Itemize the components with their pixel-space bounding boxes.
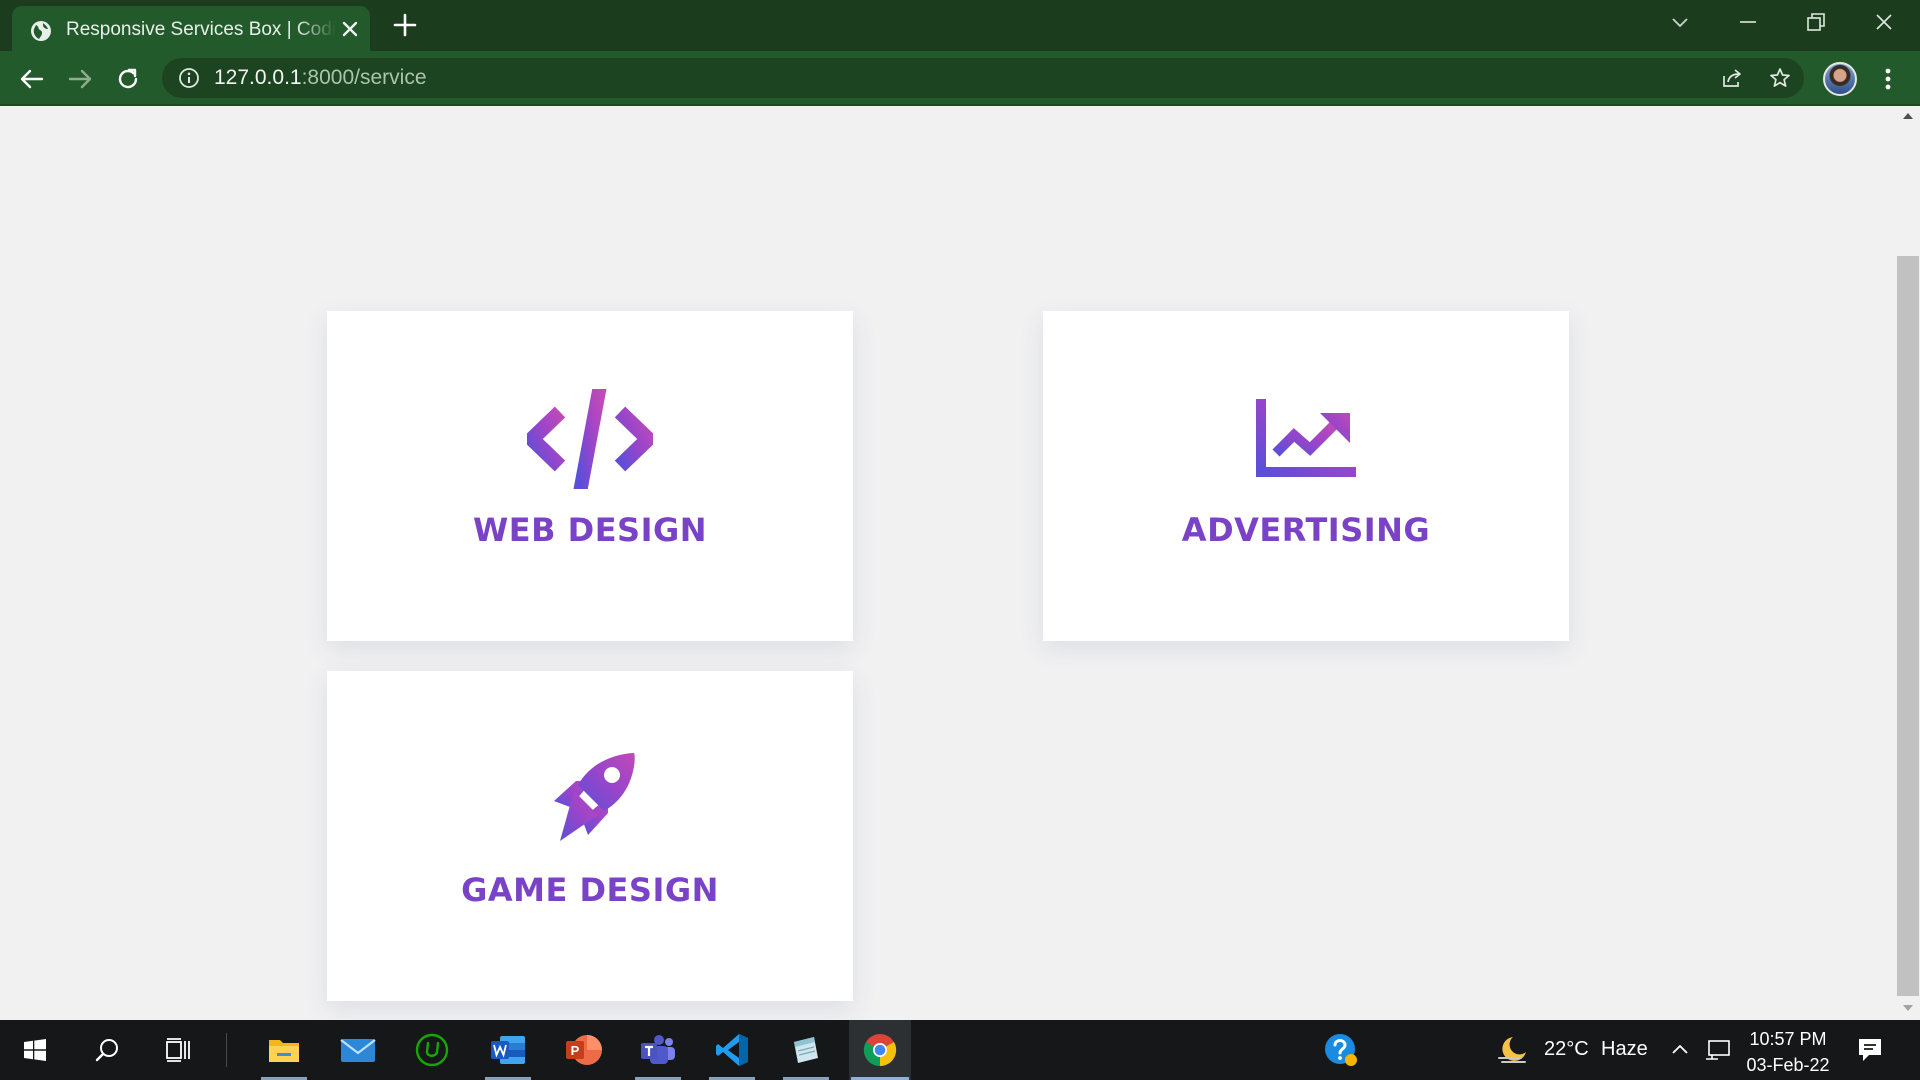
taskbar-app-chrome[interactable]: [849, 1020, 911, 1080]
word-icon: [491, 1036, 525, 1064]
service-card-advertising[interactable]: ADVERTISING: [1043, 311, 1569, 641]
task-view-button[interactable]: [148, 1020, 210, 1080]
browser-tab-strip: Responsive Services Box | Coding: [0, 0, 1920, 51]
start-button[interactable]: [4, 1020, 66, 1080]
rocket-icon: [554, 753, 635, 841]
chart-line-icon: [1256, 399, 1356, 477]
scroll-down-arrow-icon[interactable]: [1903, 1005, 1913, 1011]
browser-tab[interactable]: Responsive Services Box | Coding: [12, 6, 370, 51]
weather-moon-icon: [1498, 1037, 1526, 1063]
address-bar[interactable]: 127.0.0.1:8000/service: [162, 58, 1804, 98]
back-icon[interactable]: [18, 65, 46, 93]
code-icon: [527, 389, 653, 489]
minimize-icon[interactable]: [1736, 10, 1760, 34]
file-explorer-icon: [269, 1040, 299, 1062]
taskbar-app-mail[interactable]: [327, 1020, 389, 1080]
clock-date: 03-Feb-22: [1746, 1055, 1830, 1075]
site-info-icon[interactable]: [178, 67, 200, 89]
forward-icon[interactable]: [66, 65, 94, 93]
notes-icon: [794, 1037, 818, 1063]
page-viewport: WEB DESIGN ADVERTISING GAME DESIGN: [0, 106, 1896, 1020]
scroll-up-arrow-icon[interactable]: [1903, 113, 1913, 119]
search-icon: [95, 1039, 118, 1062]
weather-temperature: 22°C: [1544, 1038, 1589, 1060]
globe-icon: [31, 21, 51, 41]
taskbar-app-teams[interactable]: [627, 1020, 689, 1080]
upwork-icon: [415, 1033, 449, 1067]
taskbar-app-vscode[interactable]: [701, 1020, 763, 1080]
restore-icon[interactable]: [1804, 10, 1828, 34]
windows-taskbar: P 22°C Haze 10:57 PM 03-Feb-22: [0, 1020, 1920, 1080]
notifications-icon[interactable]: [1856, 1036, 1884, 1064]
task-view-icon: [166, 1038, 190, 1062]
service-title: ADVERTISING: [1181, 511, 1431, 549]
vscode-icon: [716, 1034, 748, 1066]
profile-avatar[interactable]: [1823, 62, 1857, 96]
taskbar-app-file-explorer[interactable]: [253, 1020, 315, 1080]
service-title: GAME DESIGN: [461, 871, 719, 909]
mail-icon: [340, 1039, 376, 1062]
svg-text:P: P: [571, 1043, 580, 1058]
tab-search-icon[interactable]: [1668, 10, 1692, 34]
taskbar-app-powerpoint[interactable]: P: [553, 1020, 615, 1080]
close-window-icon[interactable]: [1872, 10, 1896, 34]
taskbar-app-notes[interactable]: [775, 1020, 837, 1080]
service-title: WEB DESIGN: [472, 511, 708, 549]
service-card-web-design[interactable]: WEB DESIGN: [327, 311, 853, 641]
taskbar-divider: [226, 1033, 227, 1067]
taskbar-clock[interactable]: 10:57 PM 03-Feb-22: [1740, 1026, 1836, 1078]
more-menu-icon[interactable]: [1878, 65, 1898, 93]
browser-toolbar: 127.0.0.1:8000/service: [0, 51, 1920, 106]
url-host: 127.0.0.1: [214, 66, 302, 89]
tab-title: Responsive Services Box | Coding: [66, 19, 336, 40]
search-button[interactable]: [76, 1020, 138, 1080]
new-tab-icon[interactable]: [392, 12, 418, 38]
help-icon: [1325, 1034, 1357, 1066]
reload-icon[interactable]: [114, 65, 142, 93]
vertical-scrollbar[interactable]: [1896, 106, 1920, 1020]
weather-condition: Haze: [1601, 1038, 1648, 1060]
show-hidden-icons-icon[interactable]: [1670, 1040, 1690, 1058]
clock-time: 10:57 PM: [1749, 1029, 1827, 1049]
taskbar-app-upwork[interactable]: [401, 1020, 463, 1080]
powerpoint-icon: P: [566, 1035, 602, 1065]
service-card-game-design[interactable]: GAME DESIGN: [327, 671, 853, 1001]
taskbar-app-word[interactable]: [477, 1020, 539, 1080]
network-icon[interactable]: [1704, 1038, 1732, 1062]
bookmark-star-icon[interactable]: [1768, 66, 1792, 90]
url-path: :8000/service: [301, 66, 427, 89]
windows-logo-icon: [24, 1039, 46, 1061]
scrollbar-thumb[interactable]: [1897, 256, 1919, 996]
url-text: 127.0.0.1:8000/service: [214, 66, 427, 90]
chrome-icon: [863, 1034, 897, 1067]
teams-icon: [641, 1035, 675, 1064]
help-tray-button[interactable]: [1310, 1020, 1372, 1080]
share-icon[interactable]: [1720, 66, 1744, 90]
close-tab-icon[interactable]: [338, 17, 362, 41]
